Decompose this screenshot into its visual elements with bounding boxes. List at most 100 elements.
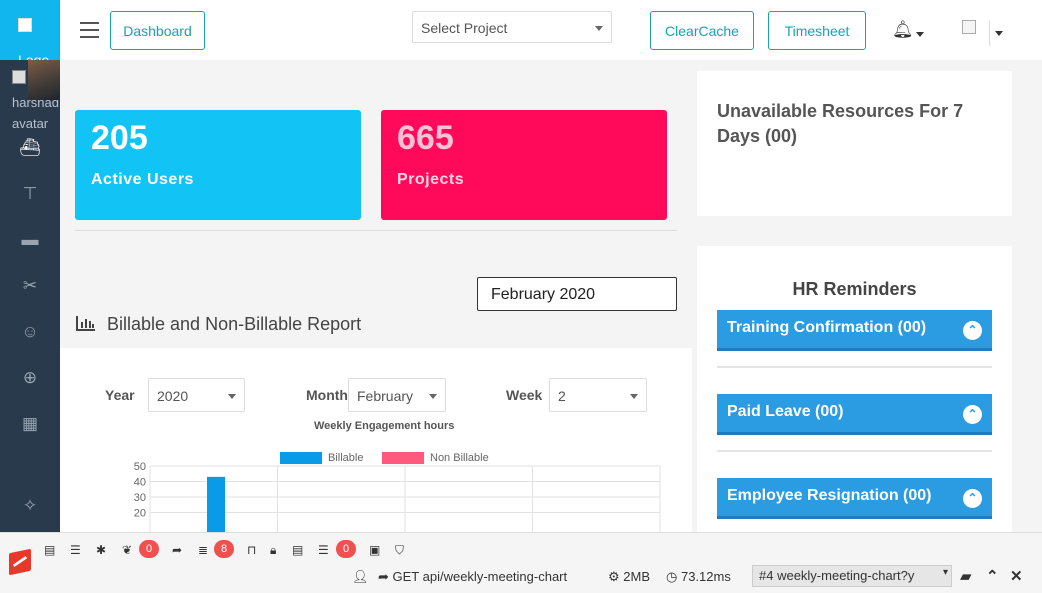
year-label: Year xyxy=(105,387,135,403)
chevron-down-icon xyxy=(595,26,603,31)
plus-circle-icon[interactable]: ⊕ xyxy=(0,355,60,401)
y-tick-label: 30 xyxy=(134,492,146,504)
request-select[interactable]: #4 weekly-meeting-chart?y ▾ xyxy=(752,565,952,587)
route-text: GET api/weekly-meeting-chart xyxy=(392,569,568,584)
logo-text: Logo xyxy=(18,52,50,60)
bar-billable[interactable] xyxy=(207,476,225,532)
timeline-icon[interactable]: ☰ xyxy=(70,543,81,557)
language-caret-icon xyxy=(995,31,1003,36)
report-title: Billable and Non-Billable Report xyxy=(76,314,361,335)
time-info: ◷ 73.12ms xyxy=(666,569,731,584)
chevron-up-icon[interactable]: ⌃ xyxy=(963,321,982,340)
divider xyxy=(75,230,677,231)
year-value: 2020 xyxy=(157,388,189,404)
user-avatar[interactable]: harshad avatar xyxy=(0,60,60,130)
month-label: Month xyxy=(306,387,348,403)
y-tick-label: 50 xyxy=(134,461,146,473)
clear-cache-button[interactable]: ClearCache xyxy=(650,11,754,50)
timesheet-button[interactable]: Timesheet xyxy=(768,11,866,50)
month-value: February xyxy=(357,388,414,404)
time-text: 73.12ms xyxy=(680,569,731,584)
user-icon[interactable]: 👤︎ xyxy=(352,569,369,585)
year-select[interactable]: 2020 xyxy=(148,378,245,412)
sidebar: Logo harshad avatar ⛴ ⊤ ▬ ✂ ☺ ⊕ ▦ ✧ xyxy=(0,0,60,532)
active-users-card[interactable]: 205 Active Users xyxy=(75,110,361,220)
accordion-label: Employee Resignation (00) xyxy=(727,487,932,504)
main-content: 205 Active Users 665 Projects February 2… xyxy=(60,60,1042,532)
avatar-photo xyxy=(28,60,60,100)
month-caret-icon xyxy=(429,394,437,399)
queries-badge: 8 xyxy=(214,540,234,558)
hr-reminders-title: HR Reminders xyxy=(792,279,917,299)
debugbar-logo-icon[interactable] xyxy=(9,548,31,576)
debug-bar: ▤ ☰ ✱ ❦ 0 ➦ ≣ 8 ⊓ 🔒︎ ▤ ☰ 0 ▣ ⛉ 👤︎ ➦ GET … xyxy=(0,532,1042,593)
database-icon[interactable]: ≣ xyxy=(198,543,208,557)
week-value: 2 xyxy=(558,388,566,404)
inbox-icon[interactable]: ⊓ xyxy=(247,543,256,557)
chart-icon[interactable]: ▦ xyxy=(0,401,60,447)
magic-wand-icon[interactable]: ✧ xyxy=(0,496,60,516)
bar-chart: 50 40 30 20 xyxy=(134,461,661,532)
folder-icon[interactable]: ▬ xyxy=(0,217,60,263)
dashboard-button[interactable]: Dashboard xyxy=(110,11,205,50)
lock-icon[interactable]: 🔒︎ xyxy=(270,543,276,558)
unavailable-resources-panel: Unavailable Resources For 7 Days (00) xyxy=(697,71,1012,216)
accordion-label: Training Confirmation (00) xyxy=(727,319,927,336)
users-icon[interactable]: ☺ xyxy=(0,309,60,355)
y-tick-label: 40 xyxy=(134,477,146,489)
logo[interactable]: Logo xyxy=(0,0,60,60)
list-icon[interactable]: ▤ xyxy=(292,543,303,557)
accordion-training-confirmation[interactable]: Training Confirmation (00) ⌃ xyxy=(717,310,992,351)
share-icon[interactable]: ➦ xyxy=(172,543,182,557)
tools-icon[interactable]: ✂ xyxy=(0,263,60,309)
views-badge: 0 xyxy=(139,540,159,558)
avatar-image xyxy=(12,70,26,84)
bell-caret-icon xyxy=(916,32,924,37)
accordion-paid-leave[interactable]: Paid Leave (00) ⌃ xyxy=(717,394,992,435)
active-users-label: Active Users xyxy=(91,171,194,189)
language-flag[interactable] xyxy=(962,20,990,46)
maximize-icon[interactable]: ⌃ xyxy=(986,567,999,585)
bell-icon[interactable]: 🔔︎ xyxy=(892,20,914,40)
month-select[interactable]: February xyxy=(348,378,446,412)
report-title-text: Billable and Non-Billable Report xyxy=(107,314,362,334)
month-picker-input[interactable]: February 2020 xyxy=(477,277,677,311)
projects-card[interactable]: 665 Projects xyxy=(381,110,667,220)
avatar-alt-text: harshad avatar xyxy=(12,95,59,130)
select-project-placeholder: Select Project xyxy=(421,20,508,36)
week-select[interactable]: 2 xyxy=(549,378,647,412)
bug-icon[interactable]: ✱ xyxy=(96,543,106,557)
menu-icon[interactable] xyxy=(80,22,99,43)
hr-reminders-panel: HR Reminders Training Confirmation (00) … xyxy=(697,246,1012,532)
accordion-divider xyxy=(717,366,992,368)
flag-image xyxy=(962,20,976,34)
route-info[interactable]: ➦ GET api/weekly-meeting-chart xyxy=(378,569,567,585)
y-tick-label: 20 xyxy=(134,508,146,520)
memory-text: 2MB xyxy=(623,569,651,584)
projects-label: Projects xyxy=(397,171,465,189)
year-caret-icon xyxy=(228,394,236,399)
accordion-label: Paid Leave (00) xyxy=(727,403,844,420)
active-users-count: 205 xyxy=(91,119,148,157)
projects-count: 665 xyxy=(397,119,454,157)
logo-image xyxy=(18,18,32,32)
archive-icon[interactable]: ▣ xyxy=(369,543,380,557)
accordion-employee-resignation[interactable]: Employee Resignation (00) ⌃ xyxy=(717,478,992,519)
bar-chart-icon xyxy=(76,315,96,335)
messages-icon[interactable]: ▤ xyxy=(44,543,55,557)
cache-icon[interactable]: ☰ xyxy=(318,543,329,557)
open-folder-icon[interactable]: ▰ xyxy=(960,567,972,585)
leaf-icon[interactable]: ❦ xyxy=(122,543,132,557)
chart-panel: Year 2020 Month February Week 2 Weekly E… xyxy=(60,348,692,532)
select-project-dropdown[interactable]: Select Project xyxy=(412,11,612,43)
memory-info: ⚙ 2MB xyxy=(608,569,651,584)
week-caret-icon xyxy=(630,394,638,399)
close-icon[interactable]: ✕ xyxy=(1010,567,1023,585)
chevron-up-icon[interactable]: ⌃ xyxy=(963,489,982,508)
ship-icon[interactable]: ⛴ xyxy=(0,125,60,171)
signpost-icon[interactable]: ⊤ xyxy=(0,171,60,217)
cache-badge: 0 xyxy=(336,540,356,558)
request-text: #4 weekly-meeting-chart?y xyxy=(759,568,915,583)
tags-icon[interactable]: ⛉ xyxy=(395,543,404,558)
chevron-up-icon[interactable]: ⌃ xyxy=(963,405,982,424)
